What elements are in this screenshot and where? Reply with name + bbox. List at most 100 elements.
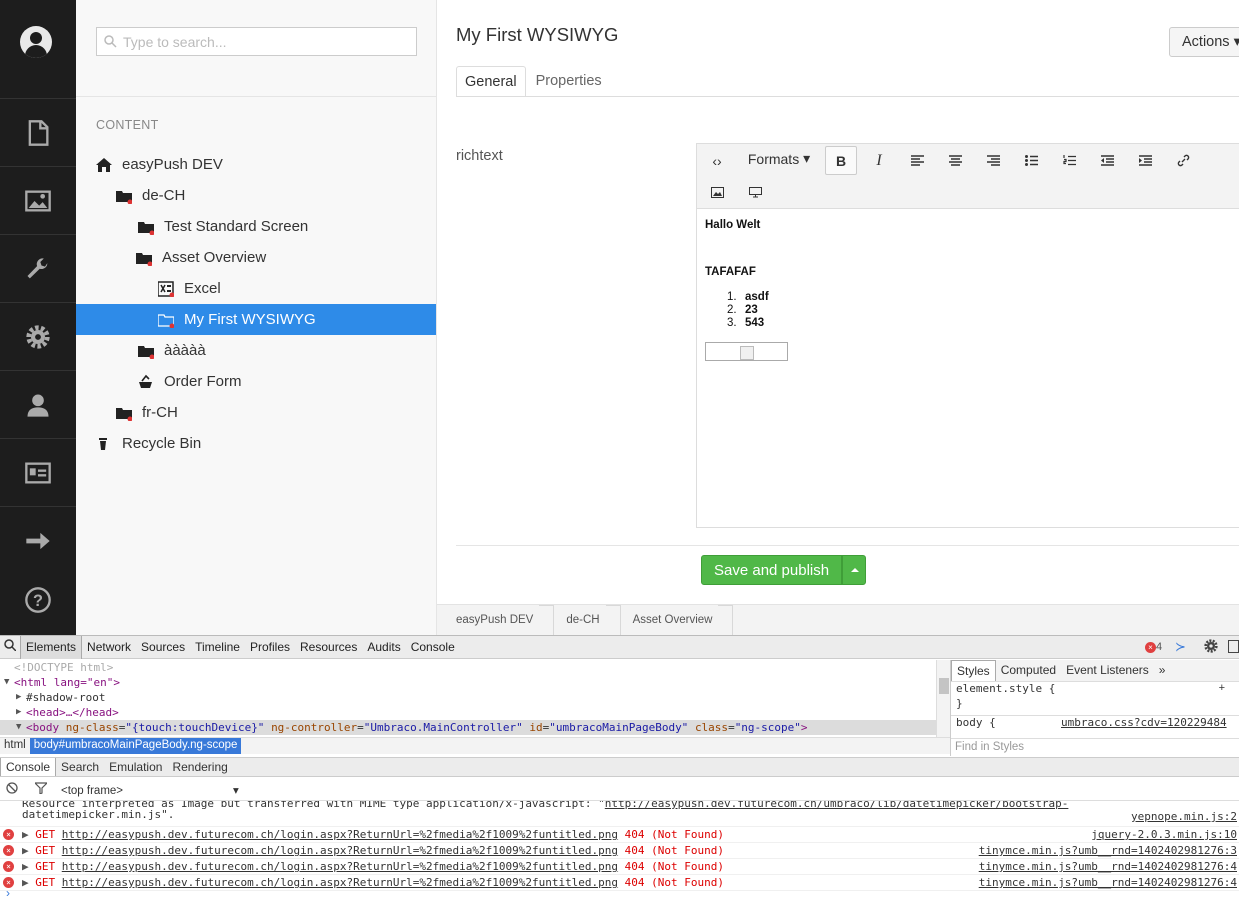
dock-icon[interactable] <box>1228 640 1239 653</box>
drawer-tab-console[interactable]: Console <box>0 758 57 776</box>
drawer-tab-emulation[interactable]: Emulation <box>104 758 167 776</box>
devtools-tab-audits[interactable]: Audits <box>362 636 405 659</box>
user-avatar[interactable] <box>20 26 52 58</box>
gear-icon[interactable] <box>1203 638 1219 657</box>
tree-node-label: Test Standard Screen <box>164 218 309 235</box>
tree-node-aaaaa[interactable]: ààààà <box>76 335 436 366</box>
tree-node-label: ààààà <box>164 342 206 359</box>
devtools-tab-sources[interactable]: Sources <box>136 636 190 659</box>
more-tabs-icon[interactable]: » <box>1154 660 1171 681</box>
devtools-tab-network[interactable]: Network <box>82 636 136 659</box>
trash-icon <box>96 436 112 452</box>
tree-search-input[interactable]: Type to search... <box>96 27 417 56</box>
tab-general[interactable]: General <box>456 66 526 97</box>
dom-tree[interactable]: <!DOCTYPE html> ▼ <html lang="en"> ▶ #shad… <box>0 660 936 736</box>
developer-icon[interactable] <box>0 234 76 302</box>
actions-button[interactable]: Actions ▾ <box>1169 27 1239 57</box>
richtext-editor[interactable]: ‹› Formats ▾ B I Hallo Welt TAFAFAF 1. a… <box>696 143 1239 528</box>
formats-dropdown[interactable]: Formats ▾ <box>739 144 819 173</box>
error-counter[interactable]: × 4 <box>1145 641 1162 653</box>
devtools-tab-elements[interactable]: Elements <box>20 635 83 659</box>
editor-main: My First WYSIWYG Actions ▾ General Prope… <box>437 0 1239 635</box>
devtools-tab-profiles[interactable]: Profiles <box>245 636 295 659</box>
tree-node-label: Order Form <box>164 373 242 390</box>
tree-node-test-standard-screen[interactable]: Test Standard Screen <box>76 211 436 242</box>
dom-crumb-body[interactable]: body#umbracoMainPageBody.ng-scope <box>29 738 242 754</box>
dom-scrollbar[interactable] <box>936 660 950 737</box>
bold-button[interactable]: B <box>825 146 857 175</box>
content-icon[interactable] <box>0 98 76 166</box>
console-warning: Resource interpreted as Image but transf… <box>0 801 1239 827</box>
devtools-tab-timeline[interactable]: Timeline <box>190 636 245 659</box>
styles-tab[interactable]: Styles <box>951 660 996 681</box>
tree-node-excel[interactable]: Excel <box>76 273 436 304</box>
numbered-list-button[interactable] <box>1053 146 1085 175</box>
insert-image-button[interactable] <box>703 178 731 207</box>
breadcrumb-item[interactable]: de-CH <box>547 605 613 635</box>
tree-node-asset-overview[interactable]: Asset Overview <box>76 242 436 273</box>
tree-node-easypush-dev[interactable]: easyPush DEV <box>76 149 436 180</box>
find-in-styles-input[interactable]: Find in Styles <box>951 738 1239 756</box>
devtools-panel: Elements Network Sources Timeline Profil… <box>0 635 1239 904</box>
breadcrumb-item[interactable]: Asset Overview <box>614 605 727 635</box>
align-left-icon <box>910 155 924 166</box>
tree-node-de-ch[interactable]: de-CH <box>76 180 436 211</box>
dom-crumb-html[interactable]: html <box>0 738 30 754</box>
source-code-button[interactable]: ‹› <box>703 146 731 175</box>
forms-icon[interactable] <box>0 506 76 574</box>
style-source-link[interactable]: umbraco.css?cdv=120229484 <box>1061 716 1227 729</box>
align-left-button[interactable] <box>901 146 933 175</box>
settings-icon[interactable] <box>0 302 76 370</box>
tree-node-recycle-bin[interactable]: Recycle Bin <box>76 428 436 459</box>
align-center-button[interactable] <box>939 146 971 175</box>
error-icon: × <box>3 829 14 840</box>
help-icon[interactable]: ? <box>0 566 76 634</box>
breadcrumb-item[interactable]: easyPush DEV <box>437 605 547 635</box>
frame-selector[interactable]: <top frame> ▾ <box>61 783 251 797</box>
section-nav: ? <box>0 0 76 635</box>
tree-node-fr-ch[interactable]: fr-CH <box>76 397 436 428</box>
clear-console-icon[interactable] <box>6 782 18 797</box>
content-tabs: General Properties <box>456 66 612 97</box>
tree-node-my-first-wysiwyg[interactable]: My First WYSIWYG <box>76 304 436 335</box>
devtools-tab-resources[interactable]: Resources <box>295 636 362 659</box>
users-icon[interactable] <box>0 370 76 438</box>
outdent-button[interactable] <box>1091 146 1123 175</box>
devtools-tab-console[interactable]: Console <box>406 636 460 659</box>
computed-tab[interactable]: Computed <box>996 660 1061 681</box>
align-center-icon <box>948 155 962 166</box>
link-button[interactable] <box>1167 146 1199 175</box>
drawer-tab-search[interactable]: Search <box>56 758 104 776</box>
inspect-icon[interactable] <box>0 636 20 659</box>
insert-macro-button[interactable] <box>741 178 769 207</box>
broken-image[interactable] <box>705 342 788 361</box>
home-icon <box>96 157 112 173</box>
image-icon <box>710 187 724 198</box>
save-options-button[interactable] <box>842 555 867 585</box>
indent-icon <box>1138 155 1152 166</box>
add-rule-icon[interactable]: + <box>1219 682 1225 694</box>
align-right-button[interactable] <box>977 146 1009 175</box>
media-icon[interactable] <box>0 166 76 234</box>
indent-button[interactable] <box>1129 146 1161 175</box>
tree-node-label: Excel <box>184 280 221 297</box>
tab-properties[interactable]: Properties <box>528 66 610 97</box>
folder-icon <box>138 343 155 359</box>
drawer-tab-rendering[interactable]: Rendering <box>167 758 232 776</box>
monitor-icon <box>748 187 762 198</box>
filter-icon[interactable] <box>33 782 49 797</box>
editor-heading-2: TAFAFAF <box>705 266 756 278</box>
console-drawer-icon[interactable]: ≻ <box>1175 639 1186 655</box>
console-prompt[interactable]: › <box>6 886 10 900</box>
style-rule[interactable]: element.style {+ <box>951 682 1239 697</box>
event-listeners-tab[interactable]: Event Listeners <box>1061 660 1154 681</box>
selected-node[interactable]: ▼ <body ng-class="{touch:touchDevice}" ng… <box>0 720 936 735</box>
tree-node-order-form[interactable]: Order Form <box>76 366 436 397</box>
italic-button[interactable]: I <box>863 146 895 175</box>
bullet-list-button[interactable] <box>1015 146 1047 175</box>
tree-node-label: de-CH <box>142 187 186 204</box>
editor-content[interactable]: Hallo Welt TAFAFAF <box>705 219 760 278</box>
members-icon[interactable] <box>0 438 76 506</box>
folder-open-icon <box>136 250 153 266</box>
save-and-publish-button[interactable]: Save and publish <box>701 555 843 585</box>
